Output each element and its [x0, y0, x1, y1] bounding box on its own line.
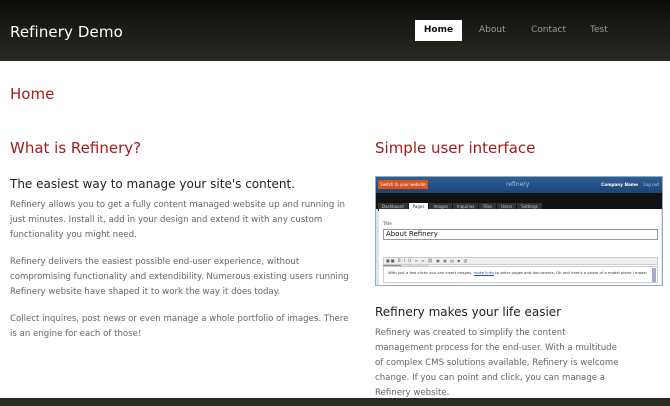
screenshot-scrollbar [652, 268, 656, 282]
screenshot-company-name: Company Name [601, 182, 638, 187]
site-footer [0, 398, 670, 406]
screenshot-title-label: Title [383, 221, 392, 226]
page-title: Home [10, 85, 55, 103]
site-header: Refinery Demo Home About Contact Test [0, 0, 670, 61]
screenshot-tab-bar: Dashboard Pages Images Inquiries Files Users S… [376, 193, 662, 211]
screenshot-editor-area: With just a few clicks you can insert im… [383, 266, 658, 283]
main-nav: Home About Contact Test [415, 20, 608, 41]
nav-test[interactable]: Test [590, 20, 608, 41]
nav-about[interactable]: About [479, 20, 506, 41]
what-is-refinery-heading: What is Refinery? [10, 139, 142, 157]
screenshot-title-input: About Refinery [383, 229, 658, 240]
easier-paragraph: Refinery was created to simplify the con… [375, 328, 619, 398]
intro-paragraph-3: Collect inquires, post news or even mana… [10, 314, 349, 339]
site-title[interactable]: Refinery Demo [10, 23, 123, 41]
simple-ui-heading: Simple user interface [375, 139, 536, 157]
screenshot-switch-button: Switch to your website [378, 180, 428, 189]
easiest-way-subheading: The easiest way to manage your site's co… [10, 177, 295, 191]
screenshot-editor-text-2: to other pages and documents. Oh and her… [495, 270, 648, 275]
screenshot-editor-text-1: With just a few clicks you can insert im… [388, 270, 473, 275]
screenshot-admin-bar: Switch to your website refinery Company … [376, 177, 662, 193]
screenshot-editor-toolbar: ■■ B I U ≡ ≡ ⛓ ▣ ▦ ▤ ◆ ▥ [383, 257, 658, 265]
screenshot-editor-link: make links [473, 270, 494, 275]
intro-paragraph-2: Refinery delivers the easiest possible e… [10, 257, 349, 297]
admin-screenshot-image: Switch to your website refinery Company … [375, 176, 663, 286]
nav-contact[interactable]: Contact [531, 20, 566, 41]
makes-life-easier-subheading: Refinery makes your life easier [375, 305, 562, 319]
nav-home[interactable]: Home [415, 20, 462, 41]
intro-paragraph-1: Refinery allows you to get a fully conte… [10, 200, 345, 240]
screenshot-logout: Log out [643, 182, 659, 187]
screenshot-logo: refinery [506, 181, 530, 188]
screenshot-form: Title About Refinery BodySide Body ■■ B … [379, 209, 661, 285]
